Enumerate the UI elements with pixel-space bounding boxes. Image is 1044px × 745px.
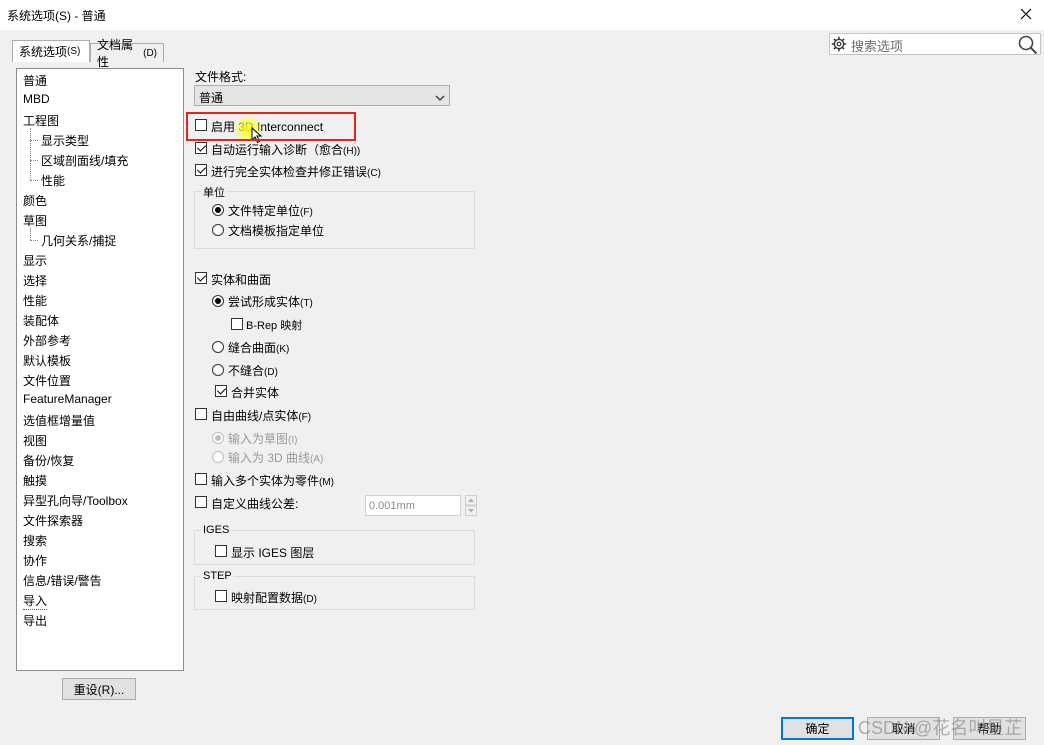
tree-item-messages[interactable]: 信息/错误/警告: [23, 572, 102, 589]
tree-item-drawing-performance[interactable]: 性能: [41, 172, 65, 189]
no-knit-label: 不缝合(D): [228, 364, 278, 378]
title-bar: 系统选项(S) - 普通: [0, 0, 1044, 30]
brep-mapping-checkbox[interactable]: [231, 318, 243, 330]
annotation-highlight-box: [186, 112, 356, 141]
tab-label: 文档属性: [97, 38, 134, 69]
watermark: CSDN @花名叫星芷: [858, 718, 1023, 738]
tree-item-featuremanager[interactable]: FeatureManager: [23, 392, 112, 406]
file-units-label: 文件特定单位(F): [228, 204, 313, 218]
tolerance-input[interactable]: 0.001mm: [365, 495, 461, 516]
file-format-label: 文件格式:: [195, 70, 247, 84]
search-placeholder: 搜索选项: [851, 39, 904, 54]
brep-mapping-label: B-Rep 映射: [246, 320, 303, 332]
tree-item-drawings[interactable]: 工程图: [23, 112, 59, 129]
options-tree[interactable]: 普通 MBD 工程图 显示类型 区域剖面线/填充 性能 颜色 草图 几何关系/捕…: [16, 68, 184, 671]
free-curves-label: 自由曲线/点实体(F): [211, 409, 312, 423]
as-3d-curve-radio[interactable]: [212, 451, 224, 463]
tree-item-spin-box[interactable]: 选值框增量值: [23, 412, 95, 429]
map-config-label: 映射配置数据(D): [231, 591, 317, 605]
reset-button[interactable]: 重设(R)...: [62, 678, 136, 700]
custom-tolerance-label: 自定义曲线公差:: [211, 497, 299, 511]
no-knit-radio[interactable]: [212, 364, 224, 376]
auto-diagnose-checkbox[interactable]: [195, 142, 207, 154]
multi-body-parts-checkbox[interactable]: [195, 473, 207, 485]
as-sketch-radio[interactable]: [212, 432, 224, 444]
free-curves-checkbox[interactable]: [195, 408, 207, 420]
tree-item-collaboration[interactable]: 协作: [23, 552, 47, 569]
window-title: 系统选项(S) - 普通: [7, 9, 106, 23]
full-check-label: 进行完全实体检查并修正错误(C): [211, 165, 381, 179]
tree-item-general[interactable]: 普通: [23, 72, 47, 89]
template-units-radio[interactable]: [212, 224, 224, 236]
tree-item-backup-recover[interactable]: 备份/恢复: [23, 452, 74, 469]
tree-item-display-type[interactable]: 显示类型: [41, 132, 89, 149]
units-group: [194, 191, 475, 249]
try-solid-radio[interactable]: [212, 295, 224, 307]
multi-body-parts-label: 输入多个实体为零件(M): [211, 474, 335, 488]
tree-item-external-refs[interactable]: 外部参考: [23, 332, 71, 349]
file-units-radio[interactable]: [212, 204, 224, 216]
search-icon[interactable]: [1018, 35, 1038, 58]
tab-system-options[interactable]: 系统选项 (S): [12, 40, 90, 62]
ok-button[interactable]: 确定: [781, 717, 854, 740]
tree-item-file-explorer[interactable]: 文件探索器: [23, 512, 83, 529]
merge-solids-checkbox[interactable]: [215, 385, 227, 397]
auto-diagnose-label: 自动运行输入诊断（愈合(H)): [211, 143, 361, 157]
template-units-label: 文档模板指定单位: [228, 224, 325, 238]
tree-item-assemblies[interactable]: 装配体: [23, 312, 59, 329]
chevron-down-icon: [435, 91, 445, 105]
units-group-title: 单位: [201, 184, 227, 200]
tolerance-stepper[interactable]: [465, 495, 477, 516]
gear-icon[interactable]: [831, 36, 847, 55]
map-config-checkbox[interactable]: [215, 590, 227, 602]
tree-item-default-templates[interactable]: 默认模板: [23, 352, 71, 369]
tree-item-display[interactable]: 显示: [23, 252, 47, 269]
tree-item-view[interactable]: 视图: [23, 432, 47, 449]
tree-item-performance[interactable]: 性能: [23, 292, 47, 309]
tab-label: 系统选项: [19, 45, 68, 59]
tree-item-mbd[interactable]: MBD: [23, 92, 50, 106]
as-sketch-label: 输入为草图(I): [228, 432, 298, 446]
full-check-checkbox[interactable]: [195, 164, 207, 176]
solids-surfaces-label: 实体和曲面: [211, 273, 272, 287]
file-format-value: 普通: [199, 91, 224, 105]
try-solid-label: 尝试形成实体(T): [228, 295, 313, 309]
tree-item-touch[interactable]: 触摸: [23, 472, 47, 489]
tree-item-file-locations[interactable]: 文件位置: [23, 372, 71, 389]
tree-item-hole-wizard[interactable]: 异型孔向导/Toolbox: [23, 492, 128, 509]
tree-item-search[interactable]: 搜索: [23, 532, 47, 549]
step-group-title: STEP: [201, 570, 234, 582]
file-format-select[interactable]: 普通: [194, 85, 450, 106]
close-icon[interactable]: [1014, 3, 1038, 25]
tree-item-import[interactable]: 导入: [23, 592, 48, 610]
custom-tolerance-checkbox[interactable]: [195, 496, 207, 508]
iges-group-title: IGES: [201, 524, 232, 536]
tree-item-area-hatch[interactable]: 区域剖面线/填充: [41, 152, 128, 169]
tab-document-properties[interactable]: 文档属性 (D): [90, 38, 164, 69]
merge-solids-label: 合并实体: [231, 386, 280, 400]
tree-item-colors[interactable]: 颜色: [23, 192, 47, 209]
knit-surfaces-label: 缝合曲面(K): [228, 341, 290, 355]
solids-surfaces-checkbox[interactable]: [195, 272, 207, 284]
tree-item-selection[interactable]: 选择: [23, 272, 47, 289]
show-iges-layers-checkbox[interactable]: [215, 545, 227, 557]
as-3d-curve-label: 输入为 3D 曲线(A): [228, 451, 324, 465]
knit-surfaces-radio[interactable]: [212, 341, 224, 353]
tree-item-sketch[interactable]: 草图: [23, 212, 47, 229]
tree-item-relations-snaps[interactable]: 几何关系/捕捉: [41, 232, 116, 249]
tree-item-export[interactable]: 导出: [23, 612, 47, 629]
show-iges-layers-label: 显示 IGES 图层: [231, 546, 315, 560]
